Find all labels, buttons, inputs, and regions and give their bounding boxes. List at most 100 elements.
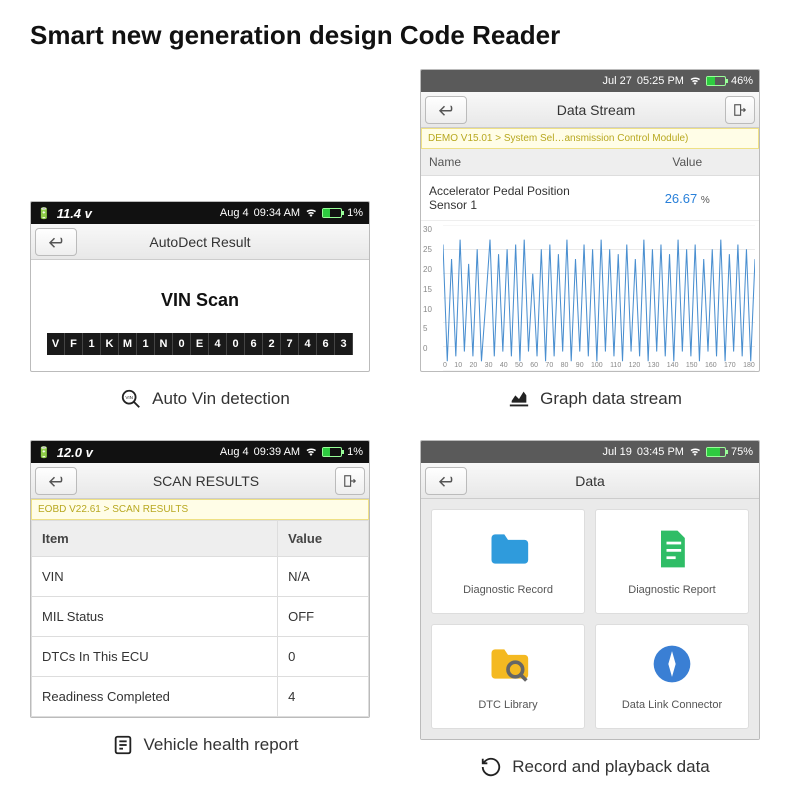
wifi-icon: [305, 446, 317, 458]
battery-icon-small: 🔋: [37, 207, 51, 220]
vin-char: 6: [317, 333, 335, 355]
param-name: Accelerator Pedal Position Sensor 1: [421, 176, 616, 220]
battery-pct: 1%: [347, 446, 363, 458]
voltage-value: 12.0 v: [57, 445, 93, 460]
table-row[interactable]: DTCs In This ECU0: [32, 637, 369, 677]
vin-char: V: [47, 333, 65, 355]
report-icon: [112, 734, 134, 756]
wifi-icon: [305, 207, 317, 219]
tile-dtc-library[interactable]: DTC Library: [431, 624, 585, 729]
table-row[interactable]: Readiness Completed4: [32, 677, 369, 717]
search-folder-icon: [486, 642, 530, 691]
panel-data-stream: Jul 27 05:25 PM 46% Data Stream DEMO V15…: [420, 69, 760, 372]
vin-strip: VF1KM1N0E40627463: [41, 333, 359, 355]
caption-text: Record and playback data: [512, 757, 710, 777]
vin-char: 1: [83, 333, 101, 355]
tile-label: Diagnostic Report: [628, 584, 715, 596]
title-bar: Data Stream: [421, 92, 759, 128]
caption-text: Vehicle health report: [144, 735, 299, 755]
cell-item: Readiness Completed: [32, 677, 278, 717]
status-bar: 🔋 12.0 v Aug 4 09:39 AM 1%: [31, 441, 369, 463]
col-name: Name: [421, 149, 616, 175]
vin-char: 0: [227, 333, 245, 355]
status-bar: Jul 27 05:25 PM 46%: [421, 70, 759, 92]
tile-data-link-connector[interactable]: Data Link Connector: [595, 624, 749, 729]
screen-title: AutoDect Result: [77, 234, 323, 250]
vin-char: 4: [299, 333, 317, 355]
status-bar: Jul 19 03:45 PM 75%: [421, 441, 759, 463]
cell-item: VIN: [32, 557, 278, 597]
tile-label: DTC Library: [478, 699, 537, 711]
tile-diagnostic-record[interactable]: Diagnostic Record: [431, 509, 585, 614]
panel-data-menu: Jul 19 03:45 PM 75% Data Diagnostic Reco…: [420, 440, 760, 740]
back-button[interactable]: [425, 96, 467, 124]
screen-title: Data Stream: [467, 102, 725, 118]
tile-diagnostic-report[interactable]: Diagnostic Report: [595, 509, 749, 614]
back-icon: [47, 235, 65, 249]
table-row[interactable]: VINN/A: [32, 557, 369, 597]
wifi-icon: [689, 446, 701, 458]
folder-icon: [486, 527, 530, 576]
title-bar: Data: [421, 463, 759, 499]
cell-value: 0: [278, 637, 369, 677]
tile-label: Diagnostic Record: [463, 584, 553, 596]
exit-icon: [733, 103, 747, 117]
graph-icon: [508, 388, 530, 410]
table-row[interactable]: MIL StatusOFF: [32, 597, 369, 637]
status-date: Jul 27: [603, 75, 632, 87]
back-button[interactable]: [425, 467, 467, 495]
panel-vin-scan: 🔋 11.4 v Aug 4 09:34 AM 1% AutoDect Resu…: [30, 201, 370, 372]
breadcrumb: EOBD V22.61 > SCAN RESULTS: [31, 499, 369, 520]
back-icon: [437, 474, 455, 488]
vin-char: 4: [209, 333, 227, 355]
tile-label: Data Link Connector: [622, 699, 722, 711]
status-date: Aug 4: [220, 207, 249, 219]
battery-icon-small: 🔋: [37, 446, 51, 459]
col-value: Value: [616, 149, 760, 175]
status-date: Jul 19: [603, 446, 632, 458]
title-bar: AutoDect Result: [31, 224, 369, 260]
status-time: 05:25 PM: [637, 75, 684, 87]
col-value: Value: [278, 521, 369, 557]
screen-title: Data: [467, 473, 713, 489]
wifi-icon: [689, 75, 701, 87]
playback-icon: [480, 756, 502, 778]
back-button[interactable]: [35, 228, 77, 256]
cell-value: 4: [278, 677, 369, 717]
breadcrumb: DEMO V15.01 > System Sel…ansmission Cont…: [421, 128, 759, 149]
battery-pct: 46%: [731, 75, 753, 87]
vin-char: 0: [173, 333, 191, 355]
back-button[interactable]: [35, 467, 77, 495]
vin-char: 1: [137, 333, 155, 355]
vin-char: E: [191, 333, 209, 355]
status-time: 09:34 AM: [254, 207, 300, 219]
status-time: 09:39 AM: [254, 446, 300, 458]
battery-icon: [322, 447, 342, 457]
exit-button[interactable]: [725, 96, 755, 124]
cell-item: MIL Status: [32, 597, 278, 637]
caption-text: Auto Vin detection: [152, 389, 290, 409]
caption-text: Graph data stream: [540, 389, 682, 409]
vin-char: F: [65, 333, 83, 355]
cell-item: DTCs In This ECU: [32, 637, 278, 677]
svg-text:VIN: VIN: [126, 395, 134, 400]
exit-button[interactable]: [335, 467, 365, 495]
col-item: Item: [32, 521, 278, 557]
table-row[interactable]: Accelerator Pedal Position Sensor 1 26.6…: [421, 176, 759, 221]
chart: 302520151050 010203040506070809010011012…: [421, 221, 759, 371]
vin-char: 3: [335, 333, 353, 355]
screen-title: SCAN RESULTS: [77, 473, 335, 489]
cell-value: N/A: [278, 557, 369, 597]
title-bar: SCAN RESULTS: [31, 463, 369, 499]
vin-char: N: [155, 333, 173, 355]
vin-scan-label: VIN Scan: [41, 290, 359, 311]
chart-line: [443, 225, 755, 371]
vin-char: 2: [263, 333, 281, 355]
table-header: Name Value: [421, 149, 759, 176]
battery-icon: [322, 208, 342, 218]
battery-icon: [706, 447, 726, 457]
vin-char: M: [119, 333, 137, 355]
back-icon: [437, 103, 455, 117]
battery-icon: [706, 76, 726, 86]
panel-scan-results: 🔋 12.0 v Aug 4 09:39 AM 1% SCAN RESULTS …: [30, 440, 370, 718]
